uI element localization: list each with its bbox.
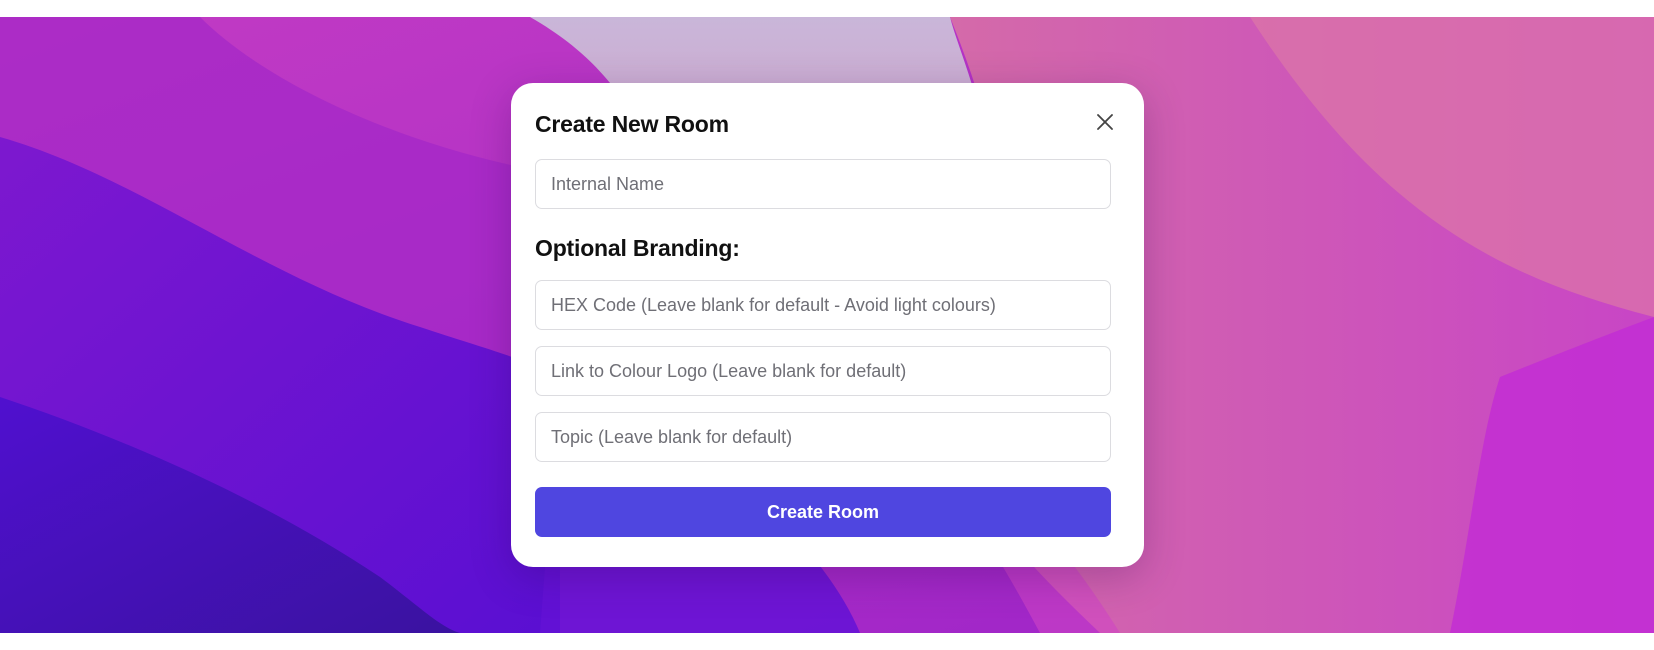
close-icon	[1097, 114, 1113, 130]
modal-title: Create New Room	[535, 111, 729, 137]
logo-link-input[interactable]	[535, 346, 1111, 396]
branding-heading: Optional Branding:	[535, 235, 740, 261]
hex-code-input[interactable]	[535, 280, 1111, 330]
close-button[interactable]	[1092, 109, 1118, 135]
create-room-modal: Create New Room Optional Branding: Creat…	[511, 83, 1144, 567]
create-room-button[interactable]: Create Room	[535, 487, 1111, 537]
internal-name-input[interactable]	[535, 159, 1111, 209]
topic-input[interactable]	[535, 412, 1111, 462]
